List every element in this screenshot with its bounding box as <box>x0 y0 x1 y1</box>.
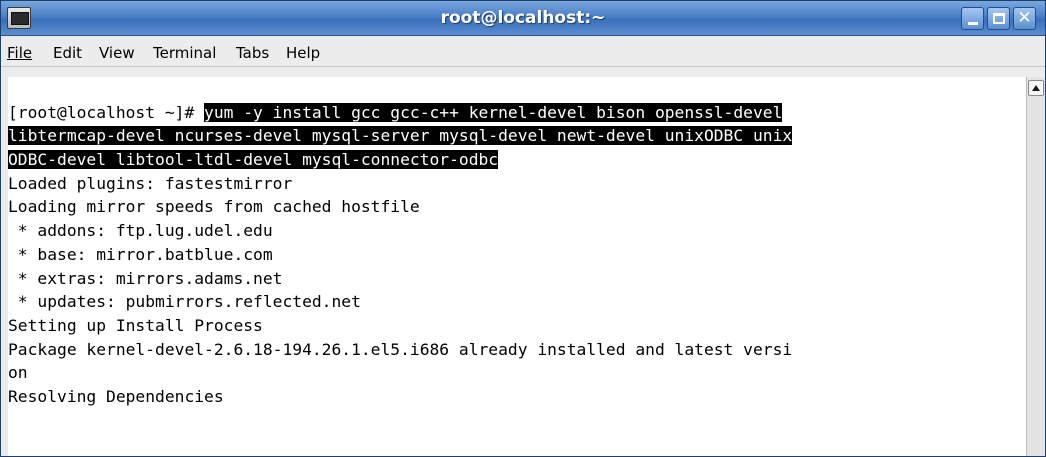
selected-command-text: yum -y install gcc gcc-c++ kernel-devel … <box>204 102 783 122</box>
output-line: Setting up Install Process <box>8 315 263 335</box>
menu-file-label: File <box>7 44 33 62</box>
command-line: libtermcap-devel ncurses-devel mysql-ser… <box>8 124 1026 148</box>
vertical-scrollbar[interactable] <box>1026 77 1045 456</box>
output-line: Loading mirror speeds from cached hostfi… <box>8 197 420 217</box>
maximize-icon <box>993 13 1005 24</box>
minimize-button[interactable] <box>961 7 984 30</box>
close-button[interactable]: ✕ <box>1013 7 1036 30</box>
terminal-output-area[interactable]: [root@localhost ~]# yum -y install gcc g… <box>8 77 1026 456</box>
output-line: * updates: pubmirrors.reflected.net <box>8 292 361 312</box>
output-line: * addons: ftp.lug.udel.edu <box>8 221 273 241</box>
output-line: * base: mirror.batblue.com <box>8 244 273 264</box>
menu-help-label: Help <box>286 44 321 62</box>
output-line: * extras: mirrors.adams.net <box>8 268 283 288</box>
selected-command-text: ODBC-devel libtool-ltdl-devel mysql-conn… <box>8 150 499 170</box>
close-icon: ✕ <box>1017 8 1032 28</box>
menu-bar: File Edit View Terminal Tabs Help <box>1 37 1045 67</box>
selected-command-text: libtermcap-devel ncurses-devel mysql-ser… <box>8 126 793 146</box>
maximize-button[interactable] <box>987 7 1010 30</box>
menu-tabs-label: Tabs <box>236 44 270 62</box>
menu-edit[interactable]: Edit <box>53 44 82 62</box>
output-line: Package kernel-devel-2.6.18-194.26.1.el5… <box>8 339 793 359</box>
menu-terminal[interactable]: Terminal <box>153 44 216 62</box>
terminal-window: root@localhost:~ ✕ File Edit View Termin… <box>0 0 1046 457</box>
output-line: Loaded plugins: fastestmirror <box>8 173 293 193</box>
menu-help[interactable]: Help <box>286 44 320 62</box>
menu-edit-label: Edit <box>53 44 83 62</box>
menu-view-label: View <box>99 44 135 62</box>
menu-view[interactable]: View <box>99 44 135 62</box>
menu-file[interactable]: File <box>7 44 32 62</box>
command-line: ODBC-devel libtool-ltdl-devel mysql-conn… <box>8 148 1026 172</box>
window-title: root@localhost:~ <box>440 8 606 28</box>
arrow-up-icon[interactable] <box>1028 80 1044 96</box>
menu-tabs[interactable]: Tabs <box>236 44 269 62</box>
terminal-lines: [root@localhost ~]# yum -y install gcc g… <box>8 77 1026 409</box>
command-line: [root@localhost ~]# yum -y install gcc g… <box>8 101 1026 125</box>
output-line: Resolving Dependencies <box>8 386 224 406</box>
shell-prompt: [root@localhost ~]# <box>8 102 205 122</box>
output-line: on <box>8 363 28 383</box>
menu-terminal-label: Terminal <box>153 44 217 62</box>
minimize-icon <box>968 22 978 25</box>
title-bar[interactable]: root@localhost:~ ✕ <box>1 1 1045 36</box>
